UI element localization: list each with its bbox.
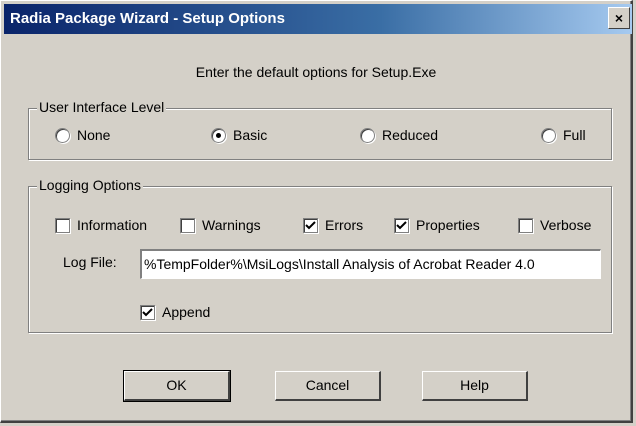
check-verbose-label[interactable]: Verbose <box>540 217 591 233</box>
close-button[interactable]: × <box>608 7 630 29</box>
check-errors-box[interactable] <box>303 217 318 233</box>
radio-none[interactable]: None <box>55 127 110 143</box>
check-verbose[interactable]: Verbose <box>518 217 591 233</box>
radio-reduced-indicator[interactable] <box>360 127 375 143</box>
radio-none-indicator[interactable] <box>55 127 70 143</box>
radio-full-label[interactable]: Full <box>563 127 586 143</box>
help-button[interactable]: Help <box>422 371 528 401</box>
checkmark-icon <box>305 220 316 229</box>
check-information[interactable]: Information <box>55 217 147 233</box>
check-properties-box[interactable] <box>394 217 409 233</box>
check-warnings[interactable]: Warnings <box>180 217 261 233</box>
radio-basic-indicator[interactable] <box>211 127 226 143</box>
check-append-box[interactable] <box>140 304 155 320</box>
log-file-label: Log File: <box>63 254 117 270</box>
check-warnings-box[interactable] <box>180 217 195 233</box>
setup-options-dialog: Radia Package Wizard - Setup Options × E… <box>0 0 633 423</box>
check-verbose-box[interactable] <box>518 217 533 233</box>
checkmark-icon <box>396 220 407 229</box>
radio-full[interactable]: Full <box>541 127 586 143</box>
check-append-label[interactable]: Append <box>162 304 210 320</box>
check-properties-label[interactable]: Properties <box>416 217 480 233</box>
dialog-title: Radia Package Wizard - Setup Options <box>10 10 285 27</box>
cancel-button[interactable]: Cancel <box>275 371 381 401</box>
radio-none-label[interactable]: None <box>77 127 110 143</box>
check-information-label[interactable]: Information <box>77 217 147 233</box>
radio-full-indicator[interactable] <box>541 127 556 143</box>
radio-reduced[interactable]: Reduced <box>360 127 438 143</box>
check-append[interactable]: Append <box>140 304 210 320</box>
logging-options-group-label: Logging Options <box>37 177 143 193</box>
intro-text: Enter the default options for Setup.Exe <box>195 64 437 80</box>
check-warnings-label[interactable]: Warnings <box>202 217 261 233</box>
ok-button[interactable]: OK <box>123 370 231 402</box>
ui-level-group-label: User Interface Level <box>37 99 167 115</box>
radio-basic[interactable]: Basic <box>211 127 267 143</box>
check-errors-label[interactable]: Errors <box>325 217 363 233</box>
radio-reduced-label[interactable]: Reduced <box>382 127 438 143</box>
radio-basic-label[interactable]: Basic <box>233 127 267 143</box>
check-information-box[interactable] <box>55 217 70 233</box>
check-properties[interactable]: Properties <box>394 217 480 233</box>
close-icon: × <box>614 10 624 26</box>
check-errors[interactable]: Errors <box>303 217 363 233</box>
ui-level-group: User Interface Level <box>28 99 612 160</box>
log-file-input[interactable]: %TempFolder%\MsiLogs\Install Analysis of… <box>140 249 601 279</box>
title-bar[interactable]: Radia Package Wizard - Setup Options × <box>4 4 632 34</box>
checkmark-icon <box>142 307 153 316</box>
